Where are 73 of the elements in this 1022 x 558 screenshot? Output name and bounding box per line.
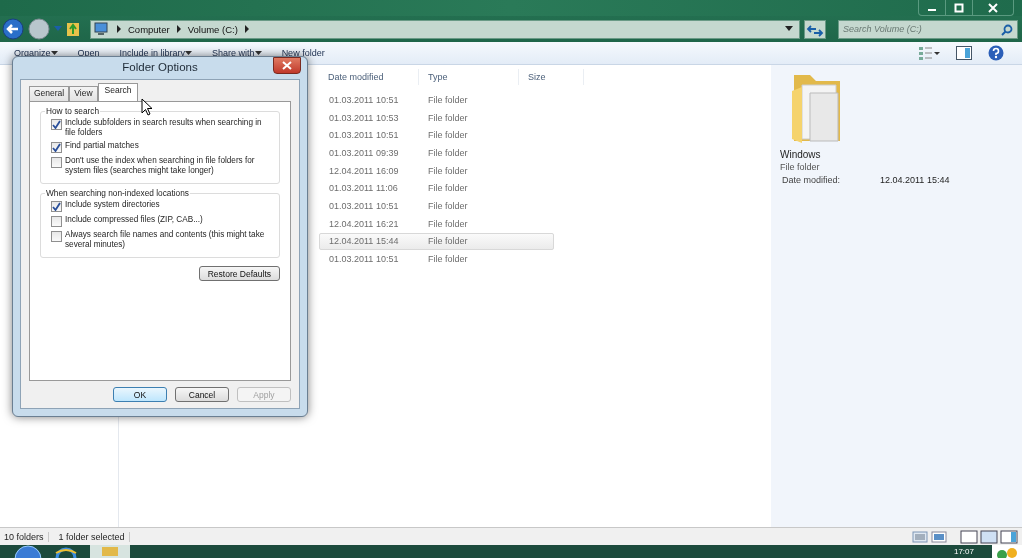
dialog-button[interactable]: OK — [113, 387, 167, 402]
tab[interactable]: General — [29, 86, 70, 101]
file-row[interactable]: 12.04.2011 15:44 File folder — [319, 232, 554, 251]
back-button[interactable] — [2, 18, 24, 40]
file-row[interactable]: 12.04.2011 16:09 File folder — [319, 161, 554, 180]
toolbar-button[interactable]: Include in library — [119, 48, 193, 58]
minimize-icon — [928, 9, 936, 11]
start-button[interactable] — [14, 545, 42, 558]
address-bar[interactable]: Computer Volume (C:) — [90, 19, 800, 39]
checkbox[interactable] — [51, 216, 62, 227]
dropdown-icon[interactable] — [785, 26, 793, 32]
file-row[interactable]: 01.03.2011 10:53 File folder — [319, 108, 554, 127]
chevron-icon[interactable] — [175, 25, 182, 33]
checkbox-label[interactable]: Include subfolders in search results when searching in file folders — [65, 118, 273, 138]
file-row[interactable]: 01.03.2011 09:39 File folder — [319, 144, 554, 162]
search-field[interactable]: Search Volume (C:) — [838, 19, 1018, 39]
file-row[interactable]: 01.03.2011 10:51 File folder — [319, 126, 554, 145]
dialog-button[interactable]: Cancel — [175, 387, 229, 402]
column-header[interactable]: Date modified — [319, 69, 419, 85]
file-row[interactable]: 01.03.2011 10:51 File folder — [319, 250, 554, 268]
breadcrumb[interactable]: Computer — [128, 23, 170, 35]
item-name: Windows — [780, 149, 822, 160]
folder-up-icon[interactable] — [66, 21, 80, 37]
status-text: 1 folder selected — [56, 531, 130, 542]
checkbox-label[interactable]: Include compressed files (ZIP, CAB...) — [65, 215, 203, 225]
checkbox-label[interactable]: Include system directories — [65, 200, 160, 210]
tab[interactable]: View — [69, 86, 98, 101]
checkbox[interactable] — [51, 142, 62, 153]
checkbox-label[interactable]: Find partial matches — [65, 141, 139, 151]
status-text: 10 folders — [2, 531, 49, 542]
clock[interactable]: 17:07 — [953, 547, 974, 556]
preview-pane-icon[interactable] — [956, 46, 972, 60]
column-header[interactable]: Size — [519, 69, 584, 85]
file-row[interactable]: 01.03.2011 10:51 File folder — [319, 91, 554, 109]
restore-defaults-button[interactable]: Restore Defaults — [198, 266, 280, 281]
toolbar-button[interactable]: New folder — [281, 48, 325, 58]
checkbox[interactable] — [51, 119, 62, 130]
tab[interactable]: Search — [97, 83, 139, 101]
breadcrumb[interactable]: Volume (C:) — [187, 23, 238, 35]
chevron-icon[interactable] — [116, 25, 122, 33]
toolbar-button[interactable]: Open — [77, 48, 100, 58]
folder-icon — [99, 545, 121, 556]
toolbar-button[interactable]: Organize — [14, 48, 58, 58]
view-icon[interactable] — [918, 46, 940, 60]
column-header[interactable]: Type — [419, 69, 519, 85]
checkbox-label[interactable]: Always search file names and contents (this might take several minutes) — [65, 230, 273, 250]
gadget-icon[interactable] — [992, 545, 1022, 558]
layout-icon[interactable] — [960, 529, 1020, 544]
restore-icon — [954, 2, 964, 13]
file-row[interactable]: 12.04.2011 16:21 File folder — [319, 214, 554, 233]
file-row[interactable]: 01.03.2011 11:06 File folder — [319, 179, 554, 198]
checkbox[interactable] — [51, 201, 62, 212]
group-title: When searching non-indexed locations — [45, 188, 190, 198]
close-icon — [282, 61, 292, 70]
toolbar-button[interactable]: Share with — [212, 48, 262, 58]
forward-button[interactable] — [28, 18, 50, 40]
checkbox[interactable] — [51, 157, 62, 168]
help-icon[interactable] — [988, 45, 1004, 61]
close-button[interactable] — [273, 57, 301, 74]
browser-icon[interactable] — [54, 545, 78, 558]
checkbox[interactable] — [51, 231, 62, 242]
dialog-title: Folder Options — [122, 60, 198, 73]
property-value: 12.04.2011 15:44 — [880, 175, 950, 185]
close-icon — [988, 2, 998, 13]
group-title: How to search — [45, 106, 101, 116]
item-type: File folder — [780, 162, 821, 172]
file-row[interactable]: 01.03.2011 10:51 File folder — [319, 197, 554, 215]
chevron-icon[interactable] — [243, 25, 250, 33]
refresh-icon[interactable] — [804, 19, 826, 39]
property-label: Date modified: — [782, 175, 842, 185]
checkbox-label[interactable]: Don't use the index when searching in file folders for system files (searches might take longer) — [65, 156, 273, 176]
computer-icon — [94, 22, 110, 36]
search-icon[interactable] — [1001, 23, 1013, 36]
